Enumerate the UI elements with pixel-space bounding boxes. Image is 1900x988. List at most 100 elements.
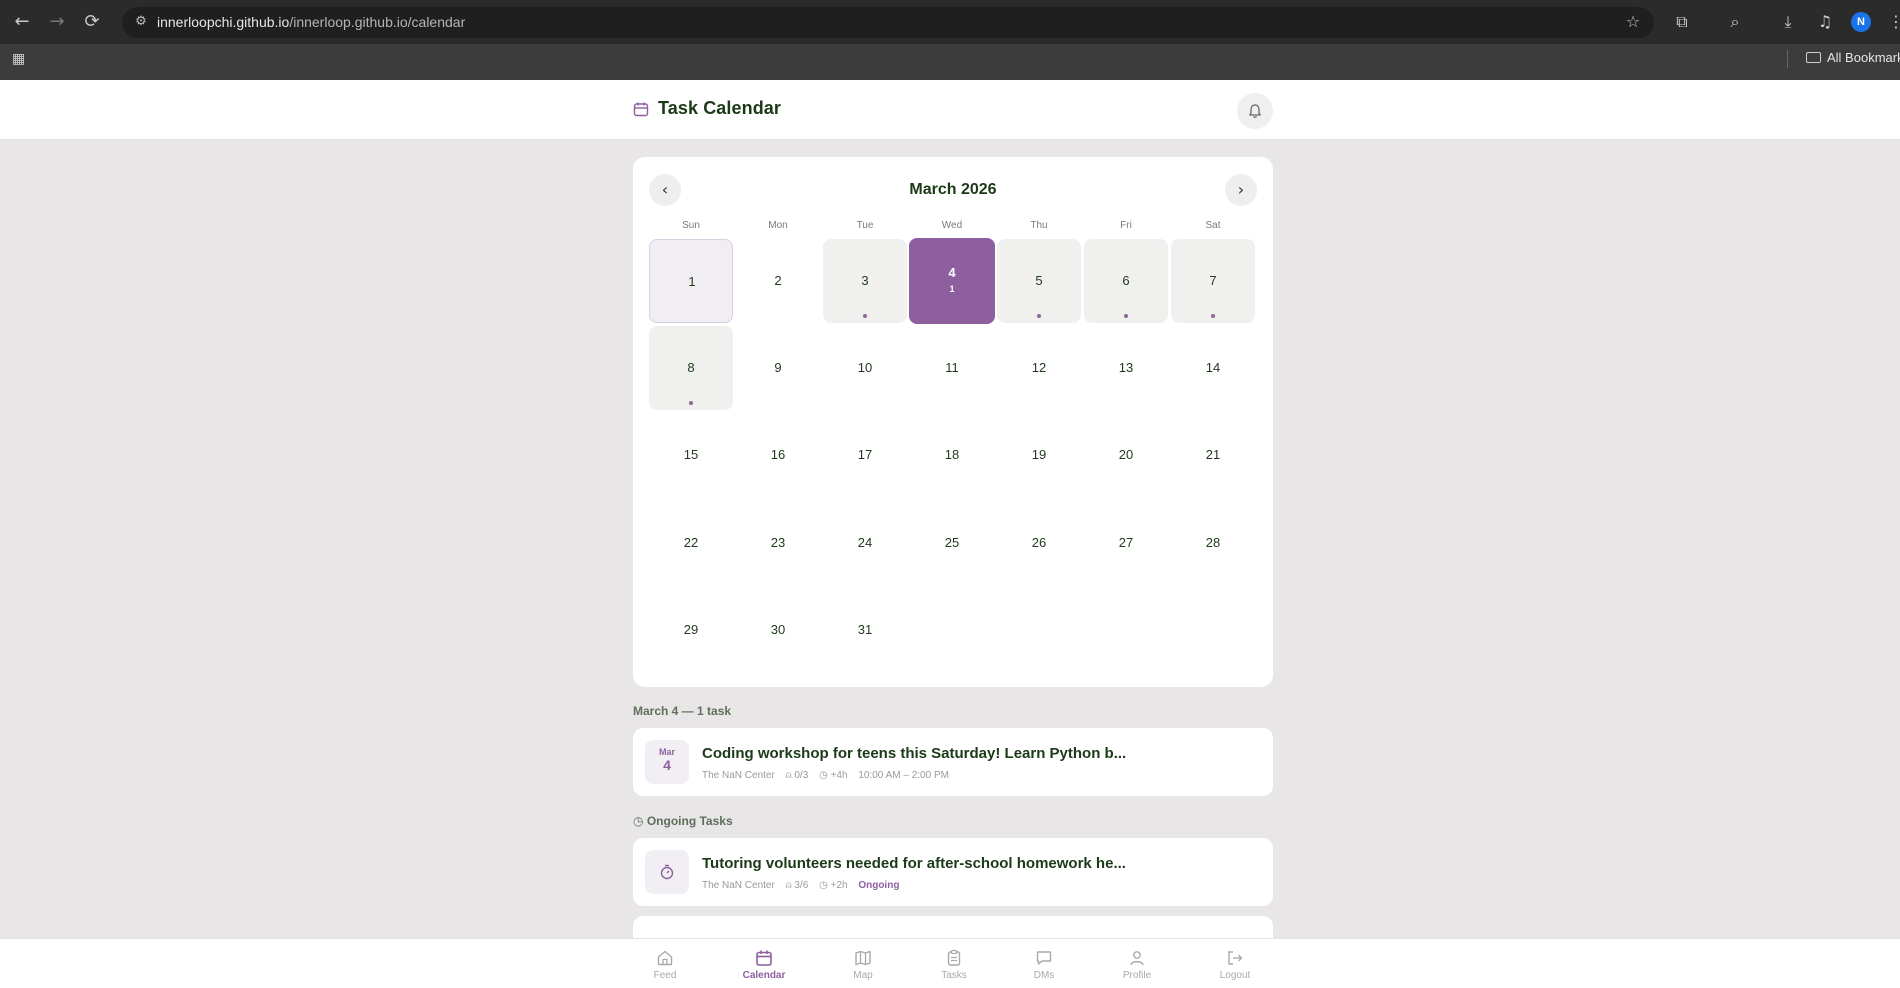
- day-number: 21: [1205, 447, 1221, 462]
- calendar-day[interactable]: 16: [736, 413, 820, 497]
- day-number: 17: [857, 447, 873, 462]
- calendar-day[interactable]: 31: [823, 588, 907, 672]
- task-dot: [689, 401, 693, 405]
- url-text[interactable]: innerloopchi.github.io/innerloop.github.…: [157, 14, 465, 30]
- weekday-tue: Tue: [856, 220, 874, 231]
- calendar-day[interactable]: 9: [736, 326, 820, 410]
- day-number: 20: [1118, 447, 1134, 462]
- calendar-day[interactable]: 24: [823, 501, 907, 585]
- calendar-day[interactable]: 19: [997, 413, 1081, 497]
- bookmark-star-icon[interactable]: ☆: [1621, 10, 1645, 34]
- calendar-day[interactable]: 6: [1084, 239, 1168, 323]
- day-number: 3: [861, 273, 869, 288]
- nav-calendar[interactable]: Calendar: [729, 949, 799, 981]
- task-hours: +2h: [830, 880, 848, 891]
- calendar-day[interactable]: 20: [1084, 413, 1168, 497]
- day-number: 6: [1122, 273, 1130, 288]
- apps-grid-icon[interactable]: ▦: [12, 51, 28, 67]
- calendar-day[interactable]: 18: [910, 413, 994, 497]
- next-month-button[interactable]: ›: [1225, 174, 1257, 206]
- weekday-thu: Thu: [1030, 220, 1048, 231]
- day-number: 13: [1118, 360, 1134, 375]
- forward-icon[interactable]: →: [45, 10, 69, 34]
- home-icon: [657, 950, 673, 966]
- day-number: 28: [1205, 535, 1221, 550]
- calendar-day[interactable]: 17: [823, 413, 907, 497]
- calendar-day[interactable]: 22: [649, 501, 733, 585]
- month-title: March 2026: [909, 181, 997, 198]
- task-card[interactable]: Mar 4 Coding workshop for teens this Sat…: [633, 728, 1273, 796]
- all-bookmarks-button[interactable]: All Bookmarks: [1806, 50, 1900, 65]
- calendar-day-selected[interactable]: 41: [909, 238, 995, 324]
- ongoing-heading: ◷ Ongoing Tasks: [633, 814, 733, 828]
- nav-label: Map: [853, 970, 873, 981]
- calendar-day[interactable]: 12: [997, 326, 1081, 410]
- nav-tasks[interactable]: Tasks: [919, 949, 989, 981]
- back-icon[interactable]: ←: [10, 10, 34, 34]
- calendar-day[interactable]: 14: [1171, 326, 1255, 410]
- calendar-card: ‹ March 2026 › Sun Mon Tue Wed Thu Fri S…: [633, 157, 1273, 687]
- day-number: 23: [770, 535, 786, 550]
- calendar-day[interactable]: 13: [1084, 326, 1168, 410]
- tab-search-icon[interactable]: ⌕: [1723, 10, 1747, 34]
- calendar-day[interactable]: 30: [736, 588, 820, 672]
- reload-icon[interactable]: ⟳: [80, 10, 104, 34]
- badge-day: 4: [663, 757, 671, 773]
- task-card[interactable]: Tutoring volunteers needed for after-sch…: [633, 838, 1273, 906]
- task-time: 10:00 AM – 2:00 PM: [858, 770, 949, 781]
- weekday-mon: Mon: [768, 220, 788, 231]
- task-title: Coding workshop for teens this Saturday!…: [702, 745, 1127, 762]
- nav-map[interactable]: Map: [828, 949, 898, 981]
- calendar-day[interactable]: 15: [649, 413, 733, 497]
- calendar-day[interactable]: 2: [736, 239, 820, 323]
- site-info-icon[interactable]: ⚙: [132, 13, 150, 31]
- nav-dms[interactable]: DMs: [1009, 949, 1079, 981]
- day-number: 31: [857, 622, 873, 637]
- weekday-fri: Fri: [1120, 220, 1132, 231]
- calendar-day[interactable]: 29: [649, 588, 733, 672]
- task-count: 1: [949, 284, 955, 294]
- task-dot: [1211, 314, 1215, 318]
- folder-icon: [1806, 52, 1821, 63]
- nav-label: DMs: [1033, 970, 1055, 981]
- address-bar[interactable]: ⚙ innerloopchi.github.io/innerloop.githu…: [122, 7, 1654, 38]
- calendar-day[interactable]: 5: [997, 239, 1081, 323]
- calendar-day[interactable]: 3: [823, 239, 907, 323]
- task-hours: +4h: [830, 770, 848, 781]
- menu-icon[interactable]: ⋮: [1884, 10, 1900, 34]
- weekday-wed: Wed: [941, 220, 963, 231]
- badge-month: Mar: [658, 747, 675, 757]
- calendar-day[interactable]: 23: [736, 501, 820, 585]
- day-number: 7: [1209, 273, 1217, 288]
- weekday-sat: Sat: [1205, 220, 1221, 231]
- calendar-day[interactable]: 10: [823, 326, 907, 410]
- notifications-button[interactable]: [1237, 93, 1273, 129]
- calendar-day[interactable]: 21: [1171, 413, 1255, 497]
- calendar-day[interactable]: 7: [1171, 239, 1255, 323]
- calendar-day[interactable]: 25: [910, 501, 994, 585]
- calendar-day[interactable]: 11: [910, 326, 994, 410]
- task-meta: The NaN Center ⍝ 0/3 ◷ +4h 10:00 AM – 2:…: [702, 770, 957, 781]
- all-bookmarks-label: All Bookmarks: [1827, 50, 1900, 65]
- day-number: 16: [770, 447, 786, 462]
- nav-feed[interactable]: Feed: [630, 949, 700, 981]
- day-number: 9: [774, 360, 782, 375]
- media-icon[interactable]: ♫: [1813, 10, 1837, 34]
- task-title: Tutoring volunteers needed for after-sch…: [702, 855, 1126, 872]
- day-number: 4: [948, 265, 956, 280]
- nav-profile[interactable]: Profile: [1102, 949, 1172, 981]
- nav-logout[interactable]: Logout: [1200, 949, 1270, 981]
- people-icon: ⍝: [785, 770, 792, 781]
- task-org: The NaN Center: [702, 880, 775, 891]
- calendar-day[interactable]: 26: [997, 501, 1081, 585]
- calendar-day[interactable]: 8: [649, 326, 733, 410]
- status-badge: Ongoing: [858, 880, 900, 891]
- extensions-icon[interactable]: ⧉: [1670, 10, 1694, 34]
- calendar-day[interactable]: 27: [1084, 501, 1168, 585]
- clock-icon: ◷: [819, 880, 828, 891]
- profile-avatar[interactable]: N: [1851, 12, 1871, 32]
- calendar-day[interactable]: 28: [1171, 501, 1255, 585]
- calendar-day[interactable]: 1: [649, 239, 733, 323]
- download-icon[interactable]: ⤓: [1776, 10, 1800, 34]
- day-number: 15: [683, 447, 699, 462]
